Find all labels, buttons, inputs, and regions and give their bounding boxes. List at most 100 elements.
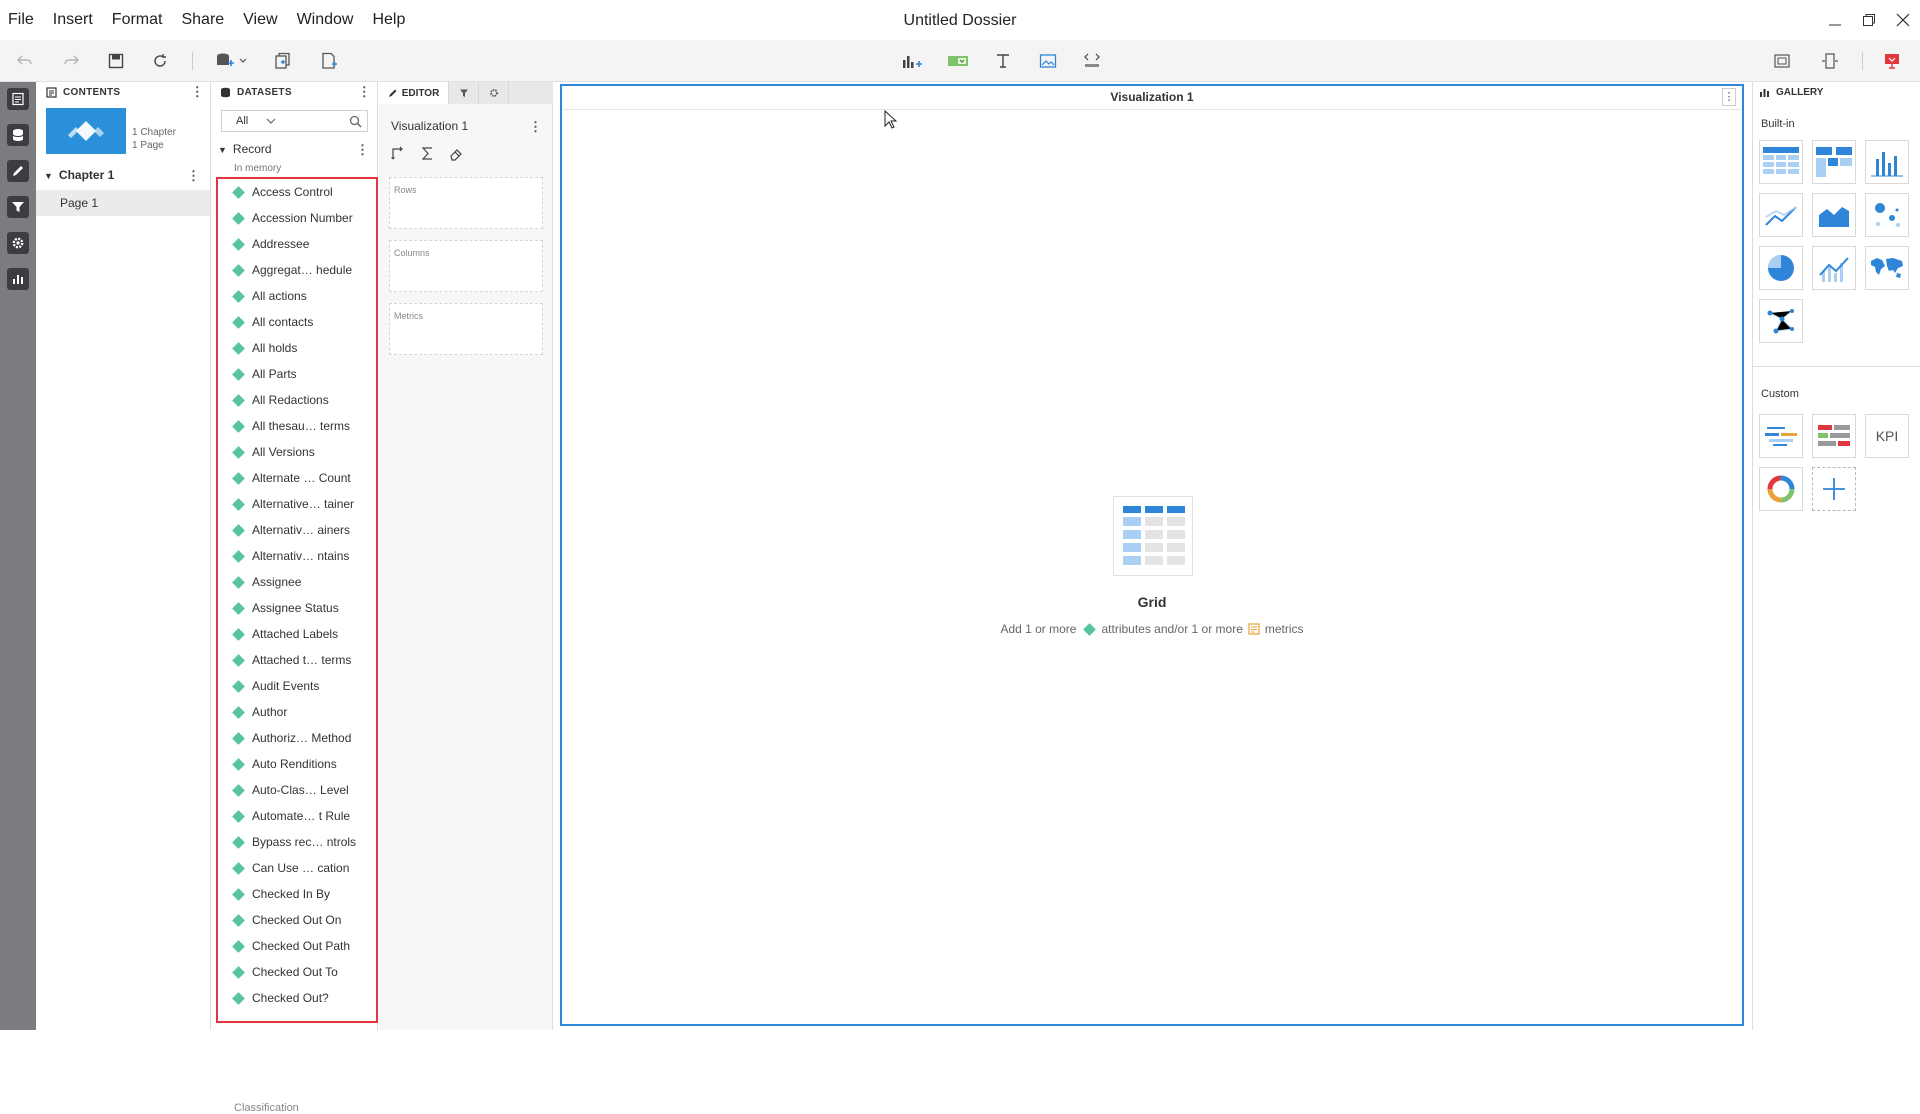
visualization-title[interactable]: Visualization 1 — [562, 86, 1742, 110]
refresh-button[interactable] — [148, 49, 172, 73]
attribute-item[interactable]: Auto-Clas… Level — [218, 777, 376, 803]
undo-button[interactable] — [13, 49, 37, 73]
attribute-item[interactable]: Access Control — [218, 179, 376, 205]
attribute-item[interactable]: All Versions — [218, 439, 376, 465]
gallery-heat-table-tile[interactable] — [1812, 414, 1856, 458]
new-page-button[interactable] — [317, 49, 341, 73]
gallery-combo-chart-tile[interactable] — [1812, 246, 1856, 290]
gallery-toggle[interactable] — [7, 268, 29, 290]
columns-drop-zone[interactable]: Columns — [389, 240, 543, 292]
restore-button[interactable] — [1852, 0, 1886, 40]
editor-toggle[interactable] — [7, 160, 29, 182]
attribute-item[interactable]: Attached Labels — [218, 621, 376, 647]
attribute-item[interactable]: Automate… t Rule — [218, 803, 376, 829]
menu-window[interactable]: Window — [297, 11, 354, 29]
gallery-bar-chart-tile[interactable] — [1865, 140, 1909, 184]
fit-page-button[interactable] — [1770, 49, 1794, 73]
dataset-item[interactable]: ▼ Record — [218, 142, 272, 156]
attribute-item[interactable]: All holds — [218, 335, 376, 361]
attribute-item[interactable]: Aggregat… hedule — [218, 257, 376, 283]
contents-more-icon[interactable]: ⋮ — [191, 84, 204, 100]
attribute-item[interactable]: Alternative… tainer — [218, 491, 376, 517]
gallery-area-chart-tile[interactable] — [1812, 193, 1856, 237]
attribute-item[interactable]: Accession Number — [218, 205, 376, 231]
gallery-word-cloud-tile[interactable] — [1759, 414, 1803, 458]
minimize-button[interactable] — [1818, 0, 1852, 40]
attribute-item[interactable]: Bypass rec… ntrols — [218, 829, 376, 855]
save-button[interactable] — [104, 49, 128, 73]
attribute-item[interactable]: Authoriz… Method — [218, 725, 376, 751]
attribute-item[interactable]: Can Use … cation — [218, 855, 376, 881]
gallery-map-tile[interactable] — [1865, 246, 1909, 290]
sum-button[interactable] — [420, 146, 435, 161]
insert-filter-button[interactable] — [946, 49, 970, 73]
attribute-item[interactable]: Checked Out Path — [218, 933, 376, 959]
redo-button[interactable] — [59, 49, 83, 73]
gallery-compound-grid-tile[interactable] — [1812, 140, 1856, 184]
insert-visualization-button[interactable] — [900, 49, 924, 73]
menu-view[interactable]: View — [243, 11, 277, 29]
visualization-container[interactable]: Visualization 1 ⋮ Grid Add 1 or more att… — [560, 84, 1744, 1026]
chapter-thumbnail[interactable] — [46, 108, 126, 154]
gallery-pie-chart-tile[interactable] — [1759, 246, 1803, 290]
swap-axes-button[interactable] — [391, 146, 406, 161]
attribute-item[interactable]: Assignee — [218, 569, 376, 595]
tab-filter[interactable] — [449, 82, 479, 104]
dataset-more-icon[interactable]: ⋮ — [356, 142, 369, 158]
insert-text-button[interactable] — [991, 49, 1015, 73]
gallery-kpi-tile[interactable]: KPI — [1865, 414, 1909, 458]
attribute-item[interactable]: All Parts — [218, 361, 376, 387]
menu-file[interactable]: File — [8, 11, 34, 29]
insert-image-button[interactable] — [1036, 49, 1060, 73]
attribute-item[interactable]: Checked Out To — [218, 959, 376, 985]
search-icon[interactable] — [349, 115, 362, 128]
menu-help[interactable]: Help — [372, 11, 405, 29]
close-button[interactable] — [1886, 0, 1920, 40]
attribute-item[interactable]: All contacts — [218, 309, 376, 335]
attribute-item[interactable]: Alternate … Count — [218, 465, 376, 491]
attribute-item[interactable]: Assignee Status — [218, 595, 376, 621]
gallery-network-tile[interactable] — [1759, 299, 1803, 343]
attribute-item[interactable]: Attached t… terms — [218, 647, 376, 673]
rows-drop-zone[interactable]: Rows — [389, 177, 543, 229]
attribute-item[interactable]: All actions — [218, 283, 376, 309]
chapter-more-icon[interactable]: ⋮ — [187, 168, 200, 184]
attribute-item[interactable]: Alternativ… ainers — [218, 517, 376, 543]
gallery-bubble-chart-tile[interactable] — [1865, 193, 1909, 237]
attribute-item[interactable]: Auto Renditions — [218, 751, 376, 777]
insert-html-button[interactable] — [1080, 49, 1104, 73]
metrics-drop-zone[interactable]: Metrics — [389, 303, 543, 355]
add-data-button[interactable] — [214, 49, 250, 73]
attribute-item[interactable]: Checked Out On — [218, 907, 376, 933]
page-item[interactable]: Page 1 — [36, 190, 210, 216]
clear-button[interactable] — [449, 146, 464, 161]
menu-share[interactable]: Share — [181, 11, 224, 29]
attribute-item[interactable]: Addressee — [218, 231, 376, 257]
attribute-item[interactable]: Audit Events — [218, 673, 376, 699]
menu-insert[interactable]: Insert — [53, 11, 93, 29]
chapter-item[interactable]: ▼ Chapter 1 — [44, 168, 114, 182]
presentation-mode-button[interactable] — [1880, 49, 1904, 73]
attribute-item-partial[interactable]: Classification — [234, 1102, 299, 1114]
fit-width-button[interactable] — [1818, 49, 1842, 73]
visualization-more-icon[interactable]: ⋮ — [1722, 88, 1736, 106]
attribute-item[interactable]: Checked Out? — [218, 985, 376, 1011]
filter-toggle[interactable] — [7, 196, 29, 218]
attribute-item[interactable]: All Redactions — [218, 387, 376, 413]
datasets-toggle[interactable] — [7, 124, 29, 146]
editor-more-icon[interactable]: ⋮ — [529, 119, 542, 135]
gallery-grid-tile[interactable] — [1759, 140, 1803, 184]
tab-format[interactable] — [479, 82, 509, 104]
attribute-item[interactable]: All thesau… terms — [218, 413, 376, 439]
duplicate-button[interactable] — [271, 49, 295, 73]
dataset-filter-select[interactable]: All — [221, 110, 368, 132]
attribute-item[interactable]: Checked In By — [218, 881, 376, 907]
attribute-item[interactable]: Author — [218, 699, 376, 725]
attribute-item[interactable]: Alternativ… ntains — [218, 543, 376, 569]
tab-editor[interactable]: EDITOR — [379, 82, 449, 104]
gallery-donut-tile[interactable] — [1759, 467, 1803, 511]
gallery-line-chart-tile[interactable] — [1759, 193, 1803, 237]
format-toggle[interactable] — [7, 232, 29, 254]
gallery-add-custom-tile[interactable] — [1812, 467, 1856, 511]
contents-toggle[interactable] — [7, 88, 29, 110]
